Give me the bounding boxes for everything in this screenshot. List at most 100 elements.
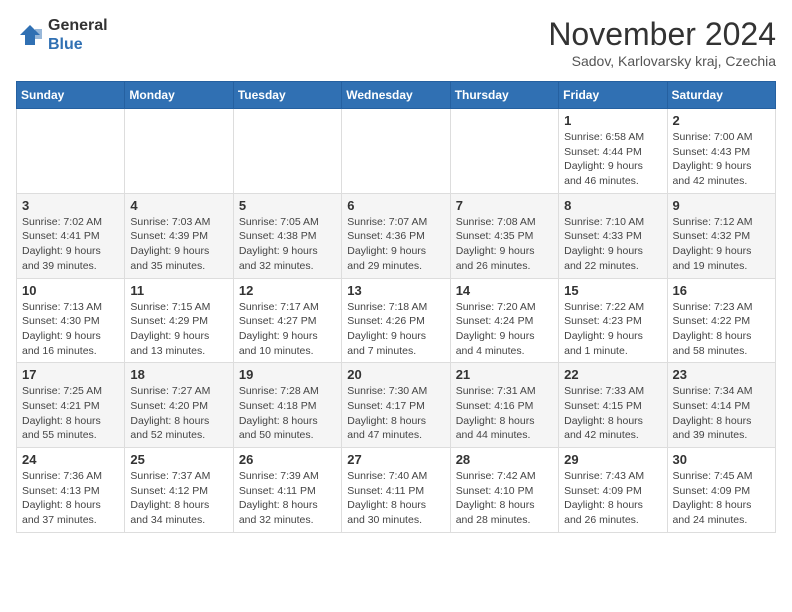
day-info: Sunrise: 7:15 AMSunset: 4:29 PMDaylight:… xyxy=(130,300,227,359)
location-subtitle: Sadov, Karlovarsky kraj, Czechia xyxy=(548,53,776,69)
day-info: Sunrise: 7:36 AMSunset: 4:13 PMDaylight:… xyxy=(22,469,119,528)
day-header-monday: Monday xyxy=(125,82,233,109)
calendar-week-4: 17 Sunrise: 7:25 AMSunset: 4:21 PMDayligh… xyxy=(17,363,776,448)
day-number: 29 xyxy=(564,452,661,467)
day-info: Sunrise: 7:05 AMSunset: 4:38 PMDaylight:… xyxy=(239,215,336,274)
day-info: Sunrise: 7:03 AMSunset: 4:39 PMDaylight:… xyxy=(130,215,227,274)
calendar-cell: 30 Sunrise: 7:45 AMSunset: 4:09 PMDayligh… xyxy=(667,448,775,533)
day-info: Sunrise: 7:12 AMSunset: 4:32 PMDaylight:… xyxy=(673,215,770,274)
calendar-week-5: 24 Sunrise: 7:36 AMSunset: 4:13 PMDayligh… xyxy=(17,448,776,533)
title-section: November 2024 Sadov, Karlovarsky kraj, C… xyxy=(548,16,776,69)
day-info: Sunrise: 7:28 AMSunset: 4:18 PMDaylight:… xyxy=(239,384,336,443)
calendar-cell: 25Sunrise: 7:37 AMSunset: 4:12 PMDayligh… xyxy=(125,448,233,533)
day-header-thursday: Thursday xyxy=(450,82,558,109)
day-info: Sunrise: 7:43 AMSunset: 4:09 PMDaylight:… xyxy=(564,469,661,528)
calendar-cell: 29 Sunrise: 7:43 AMSunset: 4:09 PMDayligh… xyxy=(559,448,667,533)
calendar-cell xyxy=(125,109,233,194)
day-number: 18 xyxy=(130,367,227,382)
calendar-cell: 2Sunrise: 7:00 AMSunset: 4:43 PMDaylight… xyxy=(667,109,775,194)
day-number: 11 xyxy=(130,283,227,298)
day-info: Sunrise: 7:37 AMSunset: 4:12 PMDaylight:… xyxy=(130,469,227,528)
day-info: Sunrise: 6:58 AMSunset: 4:44 PMDaylight:… xyxy=(564,130,661,189)
day-number: 22 xyxy=(564,367,661,382)
day-info: Sunrise: 7:08 AMSunset: 4:35 PMDaylight:… xyxy=(456,215,553,274)
calendar-cell: 27 Sunrise: 7:40 AMSunset: 4:11 PMDayligh… xyxy=(342,448,450,533)
day-number: 10 xyxy=(22,283,119,298)
month-title: November 2024 xyxy=(548,16,776,53)
calendar-week-2: 3 Sunrise: 7:02 AMSunset: 4:41 PMDaylight… xyxy=(17,193,776,278)
day-number: 9 xyxy=(673,198,770,213)
calendar-cell: 20 Sunrise: 7:30 AMSunset: 4:17 PMDayligh… xyxy=(342,363,450,448)
day-header-wednesday: Wednesday xyxy=(342,82,450,109)
calendar-cell: 16 Sunrise: 7:23 AMSunset: 4:22 PMDayligh… xyxy=(667,278,775,363)
day-info: Sunrise: 7:07 AMSunset: 4:36 PMDaylight:… xyxy=(347,215,444,274)
day-info: Sunrise: 7:45 AMSunset: 4:09 PMDaylight:… xyxy=(673,469,770,528)
calendar-cell: 15 Sunrise: 7:22 AMSunset: 4:23 PMDayligh… xyxy=(559,278,667,363)
day-info: Sunrise: 7:18 AMSunset: 4:26 PMDaylight:… xyxy=(347,300,444,359)
calendar-cell xyxy=(233,109,341,194)
day-info: Sunrise: 7:20 AMSunset: 4:24 PMDaylight:… xyxy=(456,300,553,359)
calendar-cell: 26 Sunrise: 7:39 AMSunset: 4:11 PMDayligh… xyxy=(233,448,341,533)
day-header-friday: Friday xyxy=(559,82,667,109)
day-number: 27 xyxy=(347,452,444,467)
day-number: 16 xyxy=(673,283,770,298)
calendar-header-row: SundayMondayTuesdayWednesdayThursdayFrid… xyxy=(17,82,776,109)
day-header-sunday: Sunday xyxy=(17,82,125,109)
calendar-cell: 10 Sunrise: 7:13 AMSunset: 4:30 PMDayligh… xyxy=(17,278,125,363)
day-number: 24 xyxy=(22,452,119,467)
day-info: Sunrise: 7:13 AMSunset: 4:30 PMDaylight:… xyxy=(22,300,119,359)
day-number: 28 xyxy=(456,452,553,467)
day-number: 17 xyxy=(22,367,119,382)
calendar-cell: 18 Sunrise: 7:27 AMSunset: 4:20 PMDayligh… xyxy=(125,363,233,448)
day-info: Sunrise: 7:27 AMSunset: 4:20 PMDaylight:… xyxy=(130,384,227,443)
calendar-cell xyxy=(17,109,125,194)
calendar-cell: 11 Sunrise: 7:15 AMSunset: 4:29 PMDayligh… xyxy=(125,278,233,363)
logo-text: General Blue xyxy=(48,16,108,54)
calendar-cell: 23 Sunrise: 7:34 AMSunset: 4:14 PMDayligh… xyxy=(667,363,775,448)
day-number: 21 xyxy=(456,367,553,382)
calendar-week-3: 10 Sunrise: 7:13 AMSunset: 4:30 PMDayligh… xyxy=(17,278,776,363)
calendar-cell: 21Sunrise: 7:31 AMSunset: 4:16 PMDayligh… xyxy=(450,363,558,448)
day-number: 23 xyxy=(673,367,770,382)
day-number: 4 xyxy=(130,198,227,213)
day-number: 1 xyxy=(564,113,661,128)
day-info: Sunrise: 7:42 AMSunset: 4:10 PMDaylight:… xyxy=(456,469,553,528)
day-info: Sunrise: 7:22 AMSunset: 4:23 PMDaylight:… xyxy=(564,300,661,359)
day-info: Sunrise: 7:34 AMSunset: 4:14 PMDaylight:… xyxy=(673,384,770,443)
logo: General Blue xyxy=(16,16,108,54)
day-number: 6 xyxy=(347,198,444,213)
calendar-table: SundayMondayTuesdayWednesdayThursdayFrid… xyxy=(16,81,776,533)
calendar-cell: 14 Sunrise: 7:20 AMSunset: 4:24 PMDayligh… xyxy=(450,278,558,363)
day-header-saturday: Saturday xyxy=(667,82,775,109)
day-number: 2 xyxy=(673,113,770,128)
day-info: Sunrise: 7:40 AMSunset: 4:11 PMDaylight:… xyxy=(347,469,444,528)
day-number: 14 xyxy=(456,283,553,298)
day-header-tuesday: Tuesday xyxy=(233,82,341,109)
calendar-cell: 22 Sunrise: 7:33 AMSunset: 4:15 PMDayligh… xyxy=(559,363,667,448)
day-number: 12 xyxy=(239,283,336,298)
day-number: 8 xyxy=(564,198,661,213)
day-number: 30 xyxy=(673,452,770,467)
day-info: Sunrise: 7:39 AMSunset: 4:11 PMDaylight:… xyxy=(239,469,336,528)
day-info: Sunrise: 7:30 AMSunset: 4:17 PMDaylight:… xyxy=(347,384,444,443)
page-header: General Blue November 2024 Sadov, Karlov… xyxy=(16,16,776,69)
calendar-cell: 19Sunrise: 7:28 AMSunset: 4:18 PMDayligh… xyxy=(233,363,341,448)
day-number: 20 xyxy=(347,367,444,382)
calendar-cell: 1 Sunrise: 6:58 AMSunset: 4:44 PMDaylight… xyxy=(559,109,667,194)
day-info: Sunrise: 7:33 AMSunset: 4:15 PMDaylight:… xyxy=(564,384,661,443)
day-number: 5 xyxy=(239,198,336,213)
day-number: 26 xyxy=(239,452,336,467)
day-info: Sunrise: 7:25 AMSunset: 4:21 PMDaylight:… xyxy=(22,384,119,443)
day-info: Sunrise: 7:17 AMSunset: 4:27 PMDaylight:… xyxy=(239,300,336,359)
logo-icon xyxy=(16,21,44,49)
calendar-cell: 12 Sunrise: 7:17 AMSunset: 4:27 PMDayligh… xyxy=(233,278,341,363)
calendar-week-1: 1 Sunrise: 6:58 AMSunset: 4:44 PMDaylight… xyxy=(17,109,776,194)
calendar-cell: 17 Sunrise: 7:25 AMSunset: 4:21 PMDayligh… xyxy=(17,363,125,448)
day-number: 15 xyxy=(564,283,661,298)
calendar-cell: 28 Sunrise: 7:42 AMSunset: 4:10 PMDayligh… xyxy=(450,448,558,533)
day-info: Sunrise: 7:23 AMSunset: 4:22 PMDaylight:… xyxy=(673,300,770,359)
day-number: 3 xyxy=(22,198,119,213)
day-info: Sunrise: 7:02 AMSunset: 4:41 PMDaylight:… xyxy=(22,215,119,274)
calendar-cell xyxy=(450,109,558,194)
calendar-cell: 24 Sunrise: 7:36 AMSunset: 4:13 PMDayligh… xyxy=(17,448,125,533)
